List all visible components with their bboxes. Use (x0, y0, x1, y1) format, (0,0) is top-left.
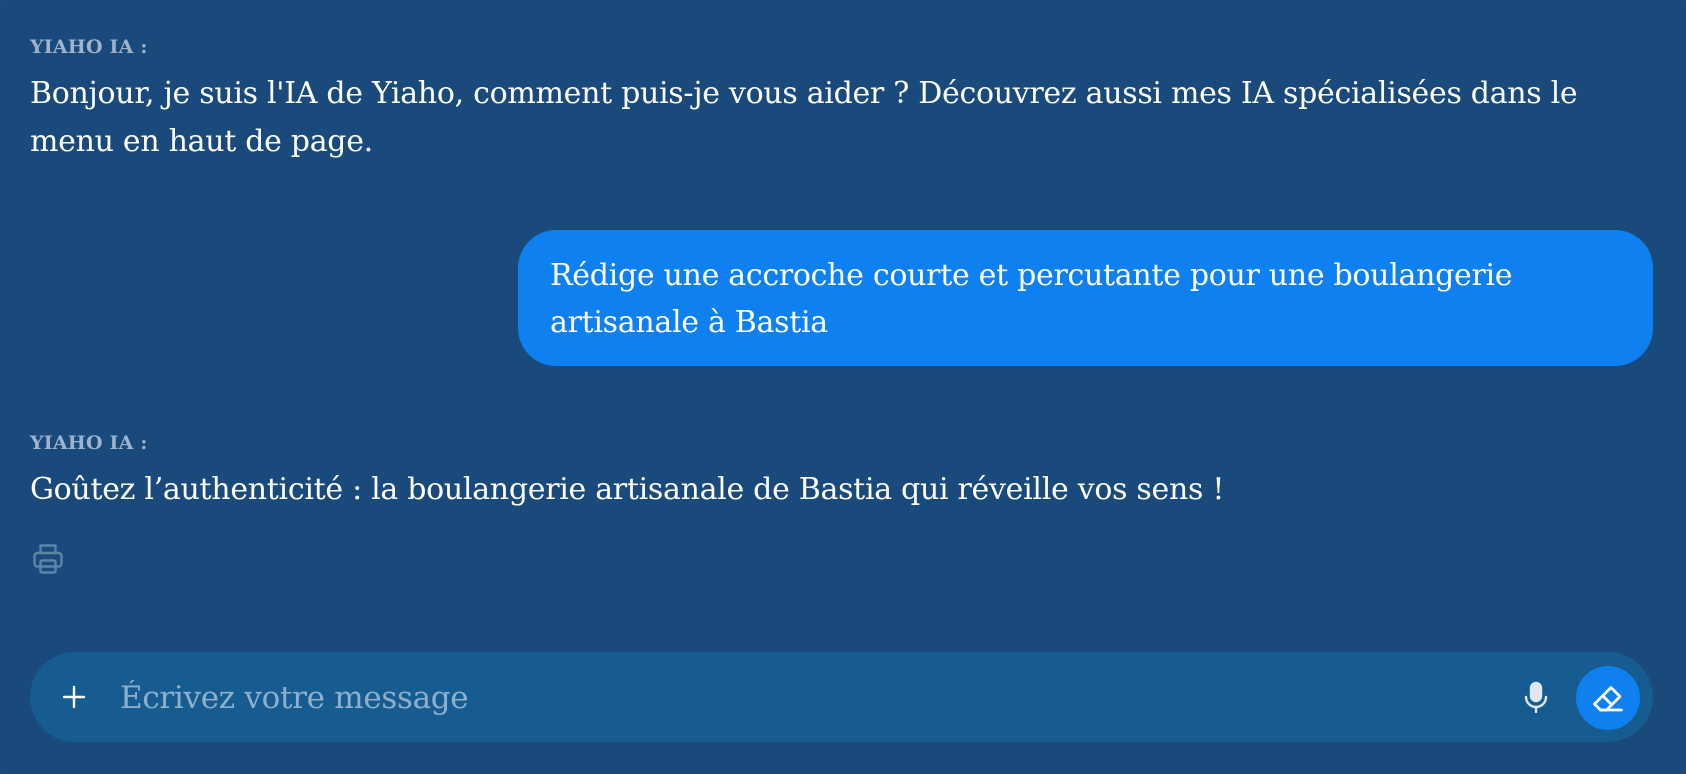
bot-message: YIAHO IA : Goûtez l’authenticité : la bo… (30, 432, 1650, 514)
user-message-bubble: Rédige une accroche courte et percutante… (518, 230, 1653, 366)
chat-window: YIAHO IA : Bonjour, je suis l'IA de Yiah… (0, 0, 1686, 774)
printer-icon[interactable] (30, 541, 66, 577)
bot-sender-label: YIAHO IA : (30, 36, 148, 58)
bot-message-text: Bonjour, je suis l'IA de Yiaho, comment … (30, 76, 1578, 159)
eraser-icon (1593, 686, 1623, 712)
eraser-button[interactable] (1576, 666, 1640, 730)
user-message-text: Rédige une accroche courte et percutante… (550, 258, 1513, 340)
microphone-icon[interactable] (1514, 675, 1558, 719)
bot-message: YIAHO IA : Bonjour, je suis l'IA de Yiah… (30, 36, 1650, 166)
message-input[interactable] (118, 667, 1522, 729)
bot-sender-label: YIAHO IA : (30, 432, 148, 454)
bot-message-text: Goûtez l’authenticité : la boulangerie a… (30, 472, 1225, 507)
plus-icon[interactable] (52, 675, 96, 719)
message-composer (30, 652, 1653, 742)
